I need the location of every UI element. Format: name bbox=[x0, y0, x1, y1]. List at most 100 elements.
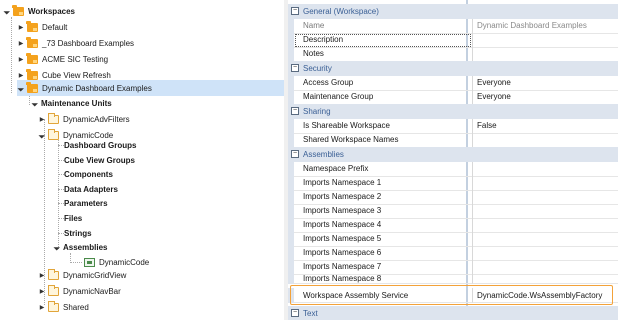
category-sharing[interactable]: − Sharing bbox=[288, 104, 618, 119]
property-value[interactable]: False bbox=[472, 119, 618, 134]
expander-icon[interactable]: ▶ bbox=[38, 271, 46, 279]
tree-label: _73 Dashboard Examples bbox=[42, 38, 135, 48]
tree-item-dashboard-groups[interactable]: Dashboard Groups bbox=[64, 138, 136, 152]
property-row-workspace-assembly-service[interactable]: Workspace Assembly Service DynamicCode.W… bbox=[288, 288, 618, 303]
expander-icon[interactable]: ◢ bbox=[36, 129, 47, 140]
expander-icon[interactable]: ◢ bbox=[15, 82, 26, 93]
property-row-imports-3[interactable]: Imports Namespace 3 bbox=[288, 204, 618, 219]
expander-icon[interactable]: ▶ bbox=[17, 55, 25, 63]
property-row-imports-8[interactable]: Imports Namespace 8 bbox=[288, 274, 618, 284]
property-value-input[interactable] bbox=[472, 133, 618, 148]
property-value-input[interactable] bbox=[472, 47, 618, 62]
tree-item-dynamicgridview[interactable]: ▶ DynamicGridView bbox=[38, 268, 126, 282]
tree-label: DynamicGridView bbox=[63, 270, 127, 280]
property-name: Imports Namespace 6 bbox=[294, 246, 472, 261]
tree-item-acme-sic-testing[interactable]: ▶ ACME SIC Testing bbox=[17, 52, 108, 66]
property-name: Namespace Prefix bbox=[294, 162, 472, 177]
property-row-namespace-prefix[interactable]: Namespace Prefix bbox=[288, 162, 618, 177]
expander-icon[interactable]: ◢ bbox=[1, 5, 12, 16]
collapse-icon[interactable]: − bbox=[291, 309, 299, 318]
property-row-description[interactable]: Description bbox=[288, 33, 618, 48]
property-value-input[interactable] bbox=[472, 33, 618, 48]
property-value-input[interactable] bbox=[472, 176, 618, 191]
property-value[interactable]: Everyone bbox=[472, 90, 618, 105]
expander-icon[interactable]: ◢ bbox=[51, 241, 62, 252]
tree-item-cube-view-groups[interactable]: Cube View Groups bbox=[64, 153, 135, 167]
tree-item-dynamicadvfilters[interactable]: ▶ DynamicAdvFilters bbox=[38, 112, 130, 126]
category-general[interactable]: − General (Workspace) bbox=[288, 4, 618, 19]
tree-label: Dashboard Groups bbox=[64, 140, 137, 150]
property-name: Name bbox=[294, 19, 472, 34]
property-value-input[interactable] bbox=[472, 260, 618, 275]
property-row-access-group[interactable]: Access Group Everyone bbox=[288, 76, 618, 91]
property-grid: − General (Workspace) Name Dynamic Dashbo… bbox=[288, 0, 618, 320]
property-row-maintenance-group[interactable]: Maintenance Group Everyone bbox=[288, 90, 618, 105]
tree-item-assemblies[interactable]: ◢ Assemblies bbox=[51, 240, 108, 254]
property-row-imports-2[interactable]: Imports Namespace 2 bbox=[288, 190, 618, 205]
tree-item-strings[interactable]: Strings bbox=[64, 226, 92, 240]
expander-icon[interactable]: ▶ bbox=[17, 39, 25, 47]
category-assemblies[interactable]: − Assemblies bbox=[288, 147, 618, 162]
property-value-input[interactable] bbox=[472, 190, 618, 205]
tree-connector bbox=[11, 17, 12, 93]
property-value[interactable]: DynamicCode.WsAssemblyFactory bbox=[472, 288, 618, 303]
property-name: Imports Namespace 3 bbox=[294, 204, 472, 219]
tree-item-shared[interactable]: ▶ Shared bbox=[38, 300, 89, 314]
category-security[interactable]: − Security bbox=[288, 61, 618, 76]
tree-item-parameters[interactable]: Parameters bbox=[64, 196, 108, 210]
expander-icon[interactable]: ▶ bbox=[17, 23, 25, 31]
property-value-input[interactable] bbox=[472, 162, 618, 177]
tree-label: ACME SIC Testing bbox=[42, 54, 109, 64]
property-row-imports-4[interactable]: Imports Namespace 4 bbox=[288, 218, 618, 233]
property-row-imports-5[interactable]: Imports Namespace 5 bbox=[288, 232, 618, 247]
tree-item-dynamicnavbar[interactable]: ▶ DynamicNavBar bbox=[38, 284, 121, 298]
expander-icon[interactable]: ◢ bbox=[29, 97, 40, 108]
property-row-name[interactable]: Name Dynamic Dashboard Examples bbox=[288, 19, 618, 34]
property-name: Imports Namespace 7 bbox=[294, 260, 472, 275]
tree-label: Strings bbox=[64, 228, 92, 238]
property-row-shared-names[interactable]: Shared Workspace Names bbox=[288, 133, 618, 148]
property-value-input[interactable] bbox=[472, 204, 618, 219]
property-row-imports-1[interactable]: Imports Namespace 1 bbox=[288, 176, 618, 191]
property-name: Imports Namespace 5 bbox=[294, 232, 472, 247]
expander-icon[interactable]: ▶ bbox=[17, 71, 25, 79]
tree-item-assembly-dynamiccode[interactable]: DynamicCode bbox=[84, 255, 149, 269]
workspace-tree: ◢ Workspaces ▶ Default ▶ _73 Dashboard E… bbox=[0, 0, 284, 320]
category-label: Sharing bbox=[303, 106, 331, 116]
tree-item-73-dashboard-examples[interactable]: ▶ _73 Dashboard Examples bbox=[17, 36, 134, 50]
property-value-input[interactable] bbox=[472, 232, 618, 247]
property-row-imports-6[interactable]: Imports Namespace 6 bbox=[288, 246, 618, 261]
tree-root-workspaces[interactable]: ◢ Workspaces bbox=[3, 4, 75, 18]
tree-item-files[interactable]: Files bbox=[64, 211, 82, 225]
expander-icon[interactable]: ▶ bbox=[38, 287, 46, 295]
category-text[interactable]: − Text bbox=[288, 306, 618, 320]
tree-label: DynamicCode bbox=[99, 257, 150, 267]
category-label: General (Workspace) bbox=[303, 6, 379, 16]
tree-item-data-adapters[interactable]: Data Adapters bbox=[64, 182, 118, 196]
tree-item-maintenance-units[interactable]: ◢ Maintenance Units bbox=[31, 96, 112, 110]
collapse-icon[interactable]: − bbox=[291, 150, 299, 159]
property-row-notes[interactable]: Notes bbox=[288, 47, 618, 62]
tree-label: Data Adapters bbox=[64, 184, 118, 194]
property-name: Shared Workspace Names bbox=[294, 133, 472, 148]
property-name: Imports Namespace 1 bbox=[294, 176, 472, 191]
expander-icon[interactable]: ▶ bbox=[38, 115, 46, 123]
tree-label: DynamicNavBar bbox=[63, 286, 121, 296]
property-row-imports-7[interactable]: Imports Namespace 7 bbox=[288, 260, 618, 275]
collapse-icon[interactable]: − bbox=[291, 7, 299, 16]
property-name: Description bbox=[294, 33, 472, 48]
workspace-icon bbox=[26, 52, 38, 64]
expander-icon[interactable]: ▶ bbox=[38, 303, 46, 311]
tree-item-components[interactable]: Components bbox=[64, 167, 113, 181]
tree-item-default[interactable]: ▶ Default bbox=[17, 20, 67, 34]
tree-label: Cube View Refresh bbox=[42, 70, 111, 80]
property-value[interactable]: Everyone bbox=[472, 76, 618, 91]
property-value-input[interactable] bbox=[472, 218, 618, 233]
property-value-input[interactable] bbox=[472, 246, 618, 261]
property-row-is-shareable[interactable]: Is Shareable Workspace False bbox=[288, 119, 618, 134]
collapse-icon[interactable]: − bbox=[291, 107, 299, 116]
tree-item-dynamic-dashboard-examples[interactable]: ◢ Dynamic Dashboard Examples bbox=[17, 80, 284, 96]
collapse-icon[interactable]: − bbox=[291, 64, 299, 73]
category-label: Assemblies bbox=[303, 149, 344, 159]
property-value-input[interactable] bbox=[472, 274, 618, 284]
